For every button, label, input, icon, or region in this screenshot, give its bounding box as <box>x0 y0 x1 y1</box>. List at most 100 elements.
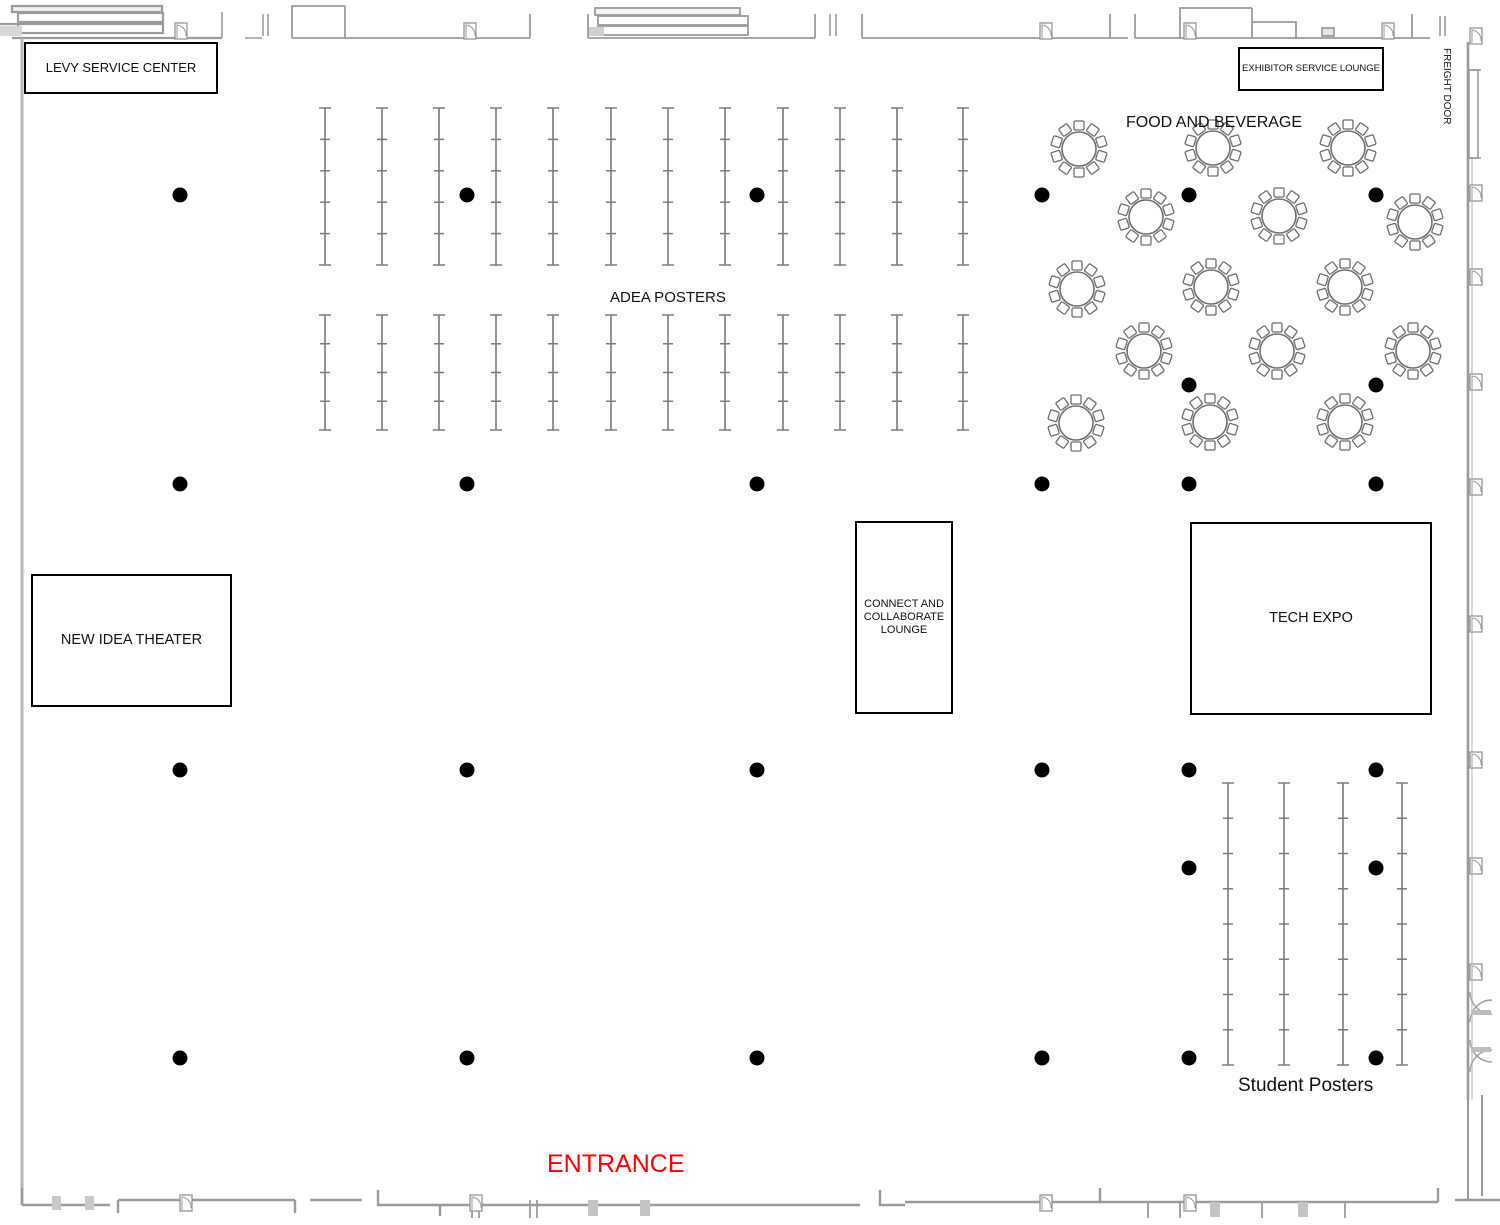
chair <box>1319 134 1332 148</box>
table-top <box>1330 130 1366 166</box>
label-student-posters: Student Posters <box>1238 1075 1374 1096</box>
chair-seat <box>1095 149 1108 163</box>
chair <box>1339 305 1351 316</box>
structural-column <box>1034 1050 1050 1066</box>
structural-column <box>749 1050 765 1066</box>
chair <box>1184 134 1197 148</box>
chair-seat <box>1250 216 1263 230</box>
room-new-idea-theater[interactable]: NEW IDEA THEATER <box>31 574 232 707</box>
chair <box>1162 217 1175 231</box>
chair <box>1207 166 1219 177</box>
chair <box>1293 351 1306 365</box>
banquet-table <box>1386 193 1444 251</box>
chair-seat <box>1429 351 1442 365</box>
table-top <box>1058 405 1094 441</box>
banquet-table <box>1250 187 1308 245</box>
structural-column <box>1368 860 1384 876</box>
chair <box>1361 287 1374 301</box>
poster-board <box>547 314 559 431</box>
chair <box>1117 203 1130 217</box>
poster-board <box>662 314 674 431</box>
chair-seat <box>1207 166 1219 177</box>
chair-seat <box>1226 408 1239 422</box>
room-tech-expo[interactable]: TECH EXPO <box>1190 522 1432 715</box>
structural-column <box>1181 1050 1197 1066</box>
chair-seat <box>1182 287 1195 301</box>
chair <box>1138 369 1150 380</box>
room-connect-and-collaborate-lounge[interactable]: CONNECT AND COLLABORATE LOUNGE <box>855 521 953 714</box>
chair-seat <box>1115 337 1128 351</box>
structural-column <box>749 476 765 492</box>
chair-seat <box>1429 337 1442 351</box>
poster-board <box>891 314 903 431</box>
chair-seat <box>1339 305 1351 316</box>
chair <box>1073 167 1085 178</box>
chair <box>1339 258 1351 269</box>
label-adea-posters: ADEA POSTERS <box>610 289 726 306</box>
chair-seat <box>1095 135 1108 149</box>
chair <box>1047 409 1060 423</box>
poster-board <box>834 107 846 266</box>
chair-seat <box>1204 440 1216 451</box>
chair-seat <box>1293 337 1306 351</box>
chair-seat <box>1339 440 1351 451</box>
structural-column <box>1034 187 1050 203</box>
chair-seat <box>1295 216 1308 230</box>
chair <box>1205 258 1217 269</box>
chair <box>1182 287 1195 301</box>
structural-column <box>172 187 188 203</box>
chair <box>1226 408 1239 422</box>
chair-seat <box>1071 307 1083 318</box>
chair <box>1339 393 1351 404</box>
chair-seat <box>1361 273 1374 287</box>
banquet-table <box>1117 188 1175 246</box>
table-top <box>1059 271 1095 307</box>
chair <box>1071 260 1083 271</box>
chair <box>1093 289 1106 303</box>
poster-board <box>490 107 502 266</box>
chair-seat <box>1248 337 1261 351</box>
structural-column <box>459 187 475 203</box>
chair <box>1342 119 1354 130</box>
poster-board <box>957 314 969 431</box>
room-label-text: EXHIBITOR SERVICE LOUNGE <box>1242 63 1380 75</box>
chair-seat <box>1205 305 1217 316</box>
poster-board <box>547 107 559 266</box>
chair-seat <box>1319 134 1332 148</box>
room-label-text: LEVY SERVICE CENTER <box>45 60 197 76</box>
chair-seat <box>1047 409 1060 423</box>
room-levy-service-center[interactable]: LEVY SERVICE CENTER <box>24 42 218 94</box>
chair <box>1204 440 1216 451</box>
chair-seat <box>1184 148 1197 162</box>
room-exhibitor-service-lounge[interactable]: EXHIBITOR SERVICE LOUNGE <box>1238 47 1384 91</box>
chair-seat <box>1293 351 1306 365</box>
structural-column <box>172 476 188 492</box>
table-top <box>1259 333 1295 369</box>
chair <box>1048 289 1061 303</box>
chair-seat <box>1092 423 1105 437</box>
chair-seat <box>1205 258 1217 269</box>
poster-board <box>319 107 331 266</box>
chair-seat <box>1316 408 1329 422</box>
room-label-text: NEW IDEA THEATER <box>60 631 203 648</box>
poster-board <box>1337 782 1349 1066</box>
chair <box>1204 393 1216 404</box>
chair <box>1140 188 1152 199</box>
chair <box>1273 234 1285 245</box>
poster-board <box>777 314 789 431</box>
chair-seat <box>1181 422 1194 436</box>
chair <box>1316 273 1329 287</box>
chair-seat <box>1070 441 1082 452</box>
chair-seat <box>1342 119 1354 130</box>
chair <box>1429 337 1442 351</box>
structural-column <box>459 762 475 778</box>
structural-column <box>172 762 188 778</box>
chair-seat <box>1229 148 1242 162</box>
chair <box>1295 202 1308 216</box>
chair-seat <box>1386 208 1399 222</box>
chair <box>1070 394 1082 405</box>
chair-seat <box>1409 193 1421 204</box>
chair <box>1093 275 1106 289</box>
table-top <box>1261 198 1297 234</box>
structural-column <box>1368 1050 1384 1066</box>
